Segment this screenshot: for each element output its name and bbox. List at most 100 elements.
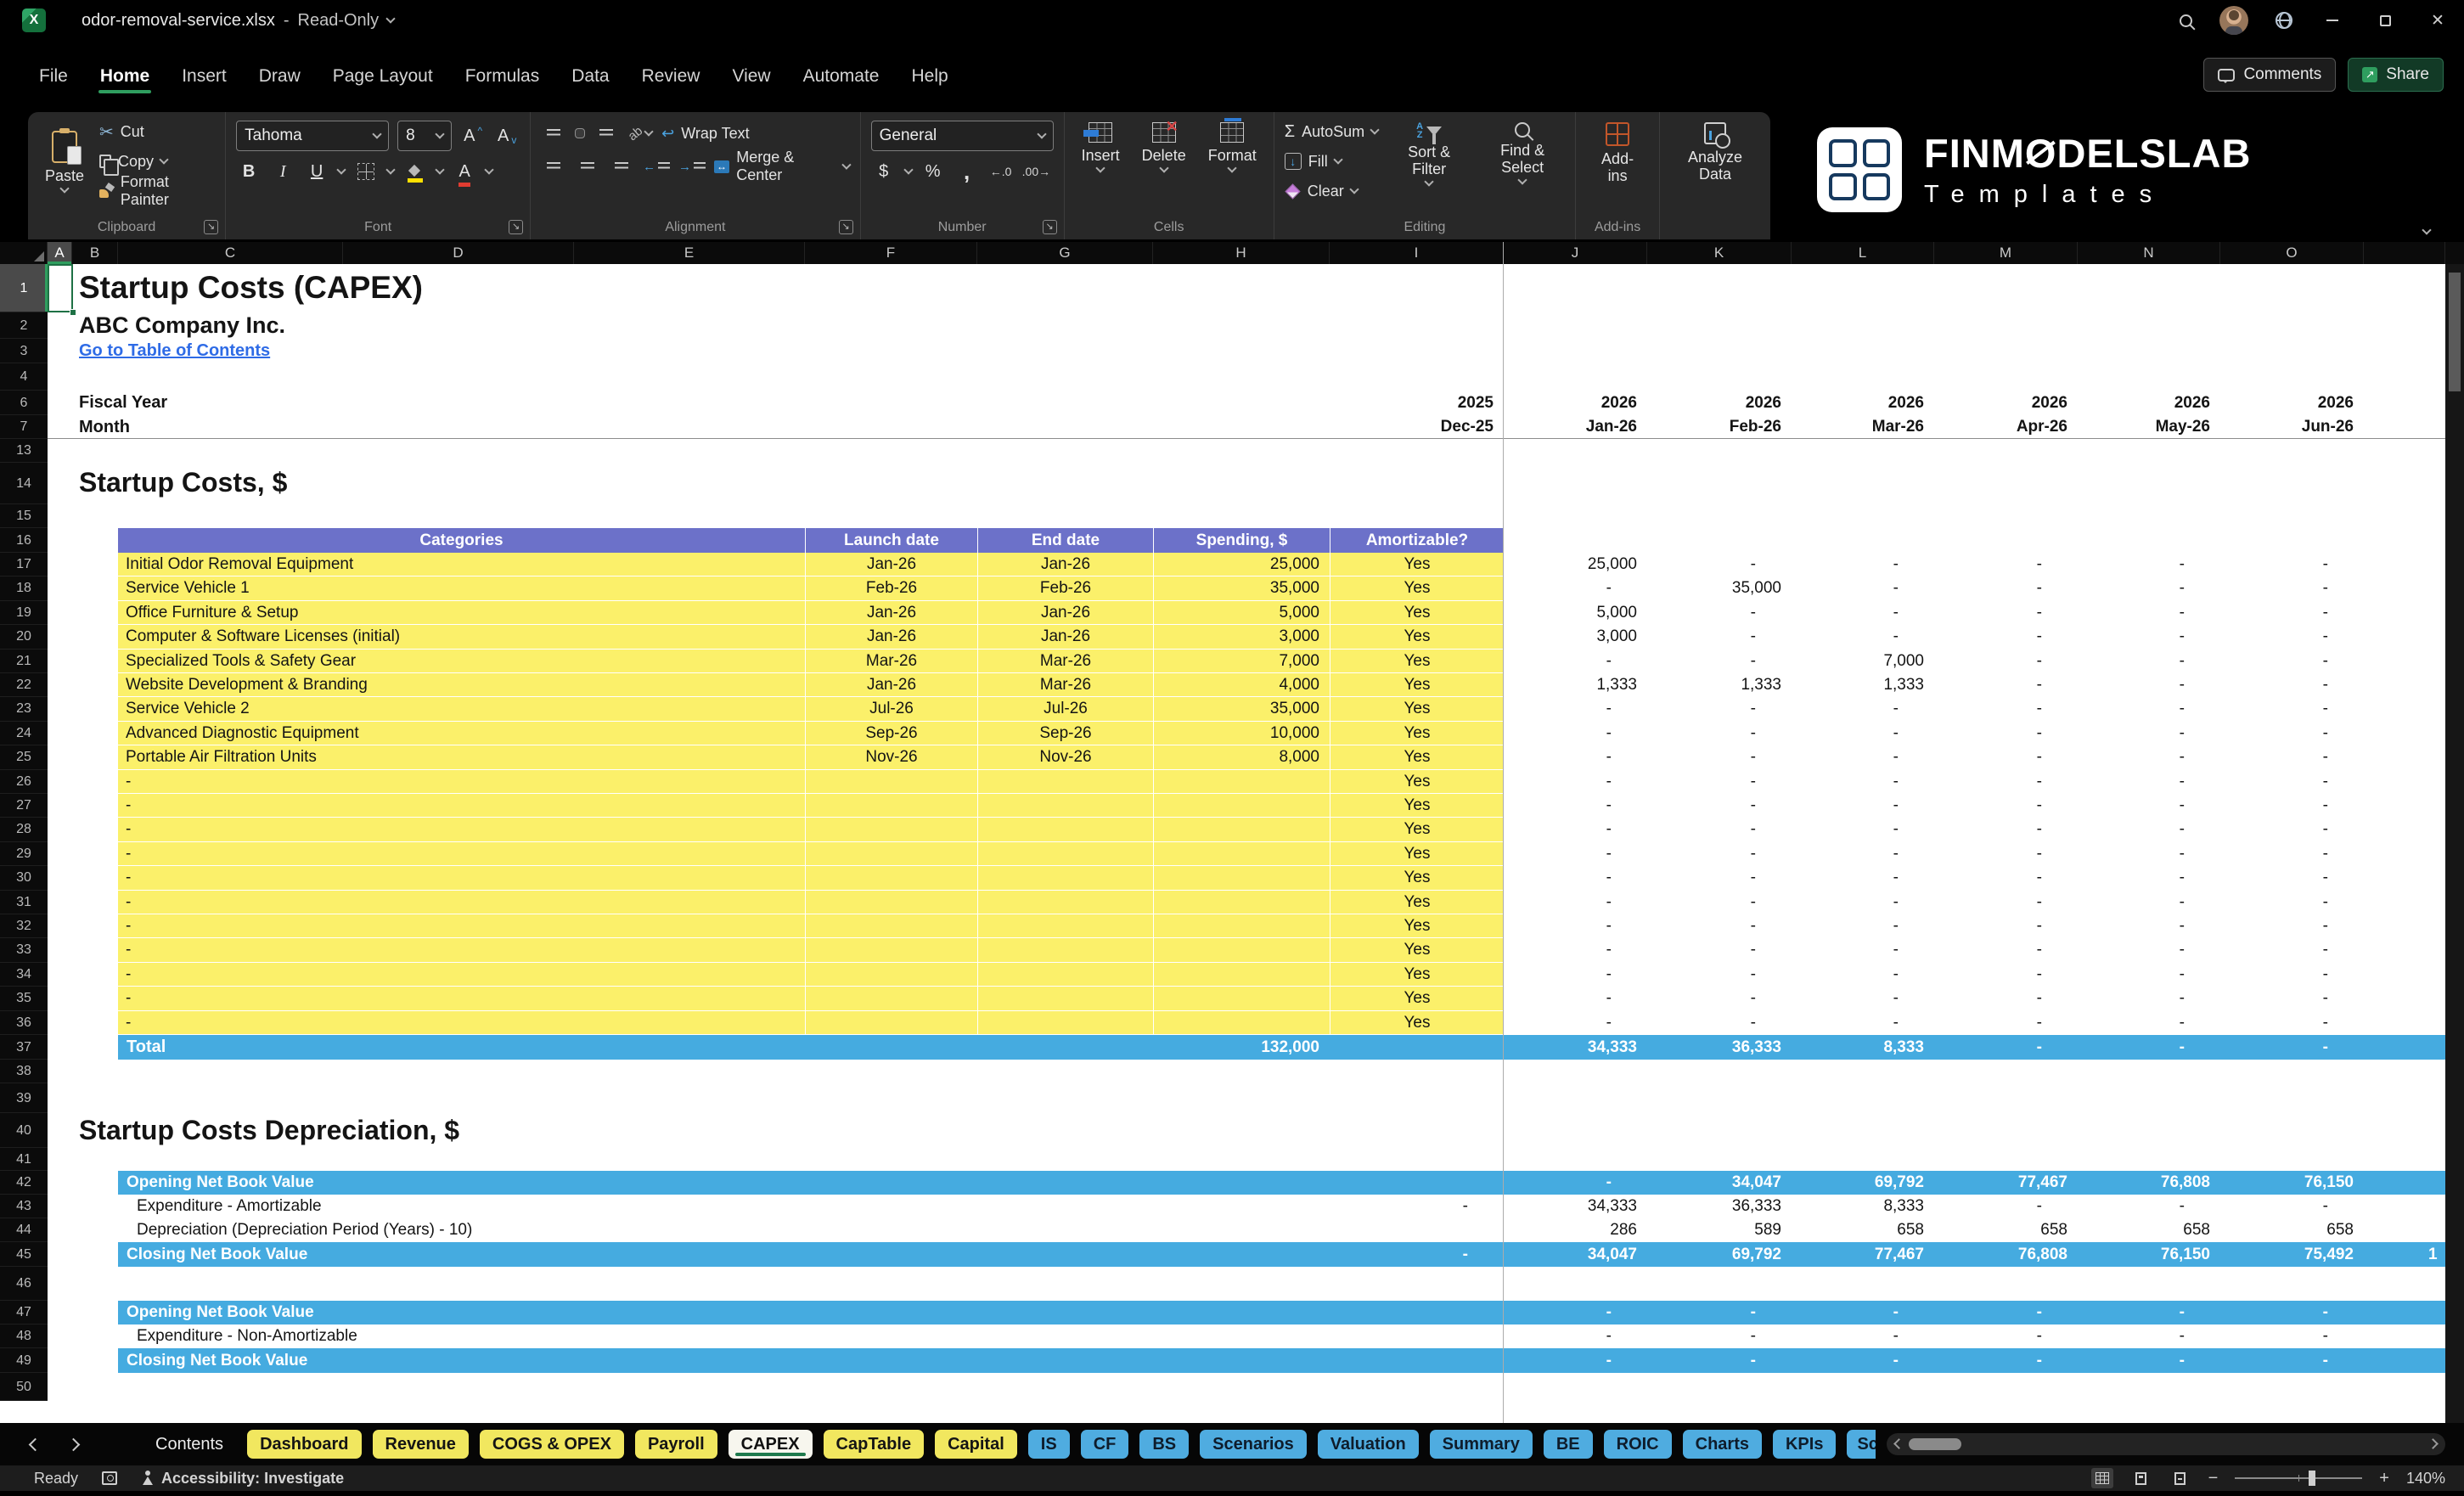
cell-value[interactable]: 36,333 — [1647, 1195, 1792, 1218]
sheet-tab-captable[interactable]: CapTable — [823, 1430, 925, 1459]
cell-value[interactable]: - — [2078, 891, 2220, 914]
table-cell[interactable]: 7,000 — [1153, 649, 1330, 672]
cell-value[interactable]: 2026 — [1792, 391, 1934, 415]
table-cell[interactable] — [805, 914, 977, 938]
format-cells-button[interactable]: Format — [1201, 118, 1263, 173]
table-cell[interactable] — [1153, 794, 1330, 818]
cell-value[interactable]: 35,000 — [1647, 576, 1792, 600]
table-cell[interactable] — [977, 866, 1153, 890]
table-cell[interactable]: Yes — [1330, 841, 1504, 866]
cell-value[interactable]: - — [1792, 770, 1934, 794]
table-cell[interactable]: Yes — [1330, 938, 1504, 962]
cell-value[interactable]: - — [1934, 673, 2078, 697]
cell-value[interactable]: 34,333 — [1504, 1035, 1647, 1060]
cell-value[interactable]: - — [1504, 963, 1647, 987]
table-cell[interactable] — [805, 794, 977, 818]
table-cell[interactable]: Yes — [1330, 745, 1504, 769]
normal-view-button[interactable] — [2090, 1468, 2113, 1488]
minimize-button[interactable] — [2320, 8, 2345, 33]
cell-value[interactable]: - — [1647, 625, 1792, 649]
sheet-tab-capital[interactable]: Capital — [935, 1430, 1017, 1459]
menu-view[interactable]: View — [718, 56, 784, 97]
cell-value[interactable]: - — [1504, 697, 1647, 721]
cell-value[interactable]: - — [2220, 1324, 2364, 1348]
table-cell[interactable]: - — [118, 842, 805, 865]
wrap-text-button[interactable]: ↩ Wrap Text — [661, 121, 749, 146]
table-cell[interactable]: Jan-26 — [805, 600, 977, 625]
bold-button[interactable]: B — [236, 159, 262, 184]
cut-button[interactable]: ✂ Cut — [99, 121, 215, 143]
table-cell[interactable] — [977, 890, 1153, 914]
table-cell[interactable]: Initial Odor Removal Equipment — [118, 553, 805, 576]
cell-value[interactable]: - — [1934, 987, 2078, 1010]
cell-value[interactable]: - — [2078, 601, 2220, 625]
insert-cells-button[interactable]: Insert — [1075, 121, 1127, 173]
currency-button[interactable]: $ — [871, 159, 897, 184]
table-cell[interactable]: - — [118, 818, 805, 841]
table-cell[interactable] — [805, 890, 977, 914]
cell-value[interactable]: - — [1934, 625, 2078, 649]
cell-value[interactable]: 1,333 — [1792, 673, 1934, 697]
cell-area[interactable]: Startup Costs (CAPEX) ABC Company Inc. G… — [0, 242, 2464, 1423]
font-dialog-launcher[interactable]: ↘ — [509, 220, 524, 234]
cell-value[interactable]: 132,000 — [1153, 1035, 1330, 1060]
search-icon[interactable] — [2180, 14, 2192, 27]
cell-value[interactable]: - — [1792, 722, 1934, 745]
cell-value[interactable]: - — [1792, 553, 1934, 576]
table-cell[interactable]: 5,000 — [1153, 600, 1330, 625]
table-cell[interactable]: - — [118, 914, 805, 937]
cell-value[interactable]: 76,150 — [2220, 1171, 2364, 1195]
delete-cells-button[interactable]: Delete — [1135, 118, 1193, 173]
cell-value[interactable]: - — [2220, 914, 2364, 938]
cell-value[interactable]: - — [1504, 770, 1647, 794]
cell-value[interactable]: - — [1504, 987, 1647, 1010]
cell-value[interactable]: - — [1792, 601, 1934, 625]
cell-value[interactable]: - — [1504, 1348, 1647, 1373]
cell-value[interactable]: 2026 — [1647, 391, 1792, 415]
table-cell[interactable]: Jan-26 — [805, 553, 977, 576]
document-title[interactable]: odor-removal-service.xlsx - Read-Only — [82, 0, 396, 41]
table-cell[interactable] — [805, 938, 977, 962]
cell-value[interactable]: - — [2220, 1301, 2364, 1324]
table-cell[interactable]: Sep-26 — [977, 721, 1153, 745]
sheet-tab-payroll[interactable]: Payroll — [634, 1430, 717, 1459]
cell-value[interactable]: - — [1934, 1301, 2078, 1324]
table-cell[interactable] — [977, 818, 1153, 841]
cell-value[interactable]: - — [1792, 866, 1934, 890]
cell-value[interactable]: - — [1504, 745, 1647, 769]
cell-value[interactable]: 7,000 — [1792, 650, 1934, 673]
cell-value[interactable]: - — [2220, 745, 2364, 769]
table-header-0[interactable]: Categories — [118, 528, 805, 553]
zoom-level[interactable]: 140% — [2406, 1470, 2445, 1488]
table-cell[interactable]: Specialized Tools & Safety Gear — [118, 650, 805, 672]
cell-value[interactable]: - — [1504, 1011, 1647, 1035]
cell-value[interactable]: 76,808 — [1934, 1242, 2078, 1267]
horizontal-scrollbar[interactable] — [1887, 1433, 2445, 1455]
cell-value[interactable]: - — [2220, 842, 2364, 866]
cell-value[interactable]: - — [1934, 697, 2078, 721]
table-cell[interactable] — [1153, 866, 1330, 890]
analyze-data-button[interactable]: Analyze Data — [1670, 121, 1760, 184]
menu-automate[interactable]: Automate — [790, 56, 893, 97]
table-cell[interactable]: Nov-26 — [977, 745, 1153, 769]
table-header-2[interactable]: End date — [977, 528, 1153, 553]
cell-value[interactable]: 2026 — [2220, 391, 2364, 415]
orientation-button[interactable]: ab — [626, 121, 654, 146]
sheet-tab-charts[interactable]: Charts — [1682, 1430, 1762, 1459]
table-cell[interactable] — [805, 987, 977, 1010]
font-name-select[interactable]: Tahoma — [236, 121, 390, 151]
fill-button[interactable]: ↓ Fill — [1284, 150, 1378, 172]
cell-value[interactable]: - — [2220, 770, 2364, 794]
zoom-in-button[interactable]: + — [2379, 1469, 2389, 1488]
cell-value[interactable]: - — [1504, 914, 1647, 938]
sheet-tab-cogs-opex[interactable]: COGS & OPEX — [479, 1430, 624, 1459]
cell-value[interactable]: - — [1647, 722, 1792, 745]
cell-value[interactable]: - — [2220, 1035, 2364, 1060]
borders-button[interactable] — [353, 159, 379, 184]
cell-value[interactable]: - — [1934, 553, 2078, 576]
cell-value[interactable]: 34,047 — [1647, 1171, 1792, 1195]
cell-value[interactable]: - — [2078, 722, 2220, 745]
horizontal-scrollbar-thumb[interactable] — [1909, 1438, 1961, 1450]
table-cell[interactable] — [1153, 890, 1330, 914]
scroll-left-arrow[interactable] — [1893, 1438, 1904, 1449]
